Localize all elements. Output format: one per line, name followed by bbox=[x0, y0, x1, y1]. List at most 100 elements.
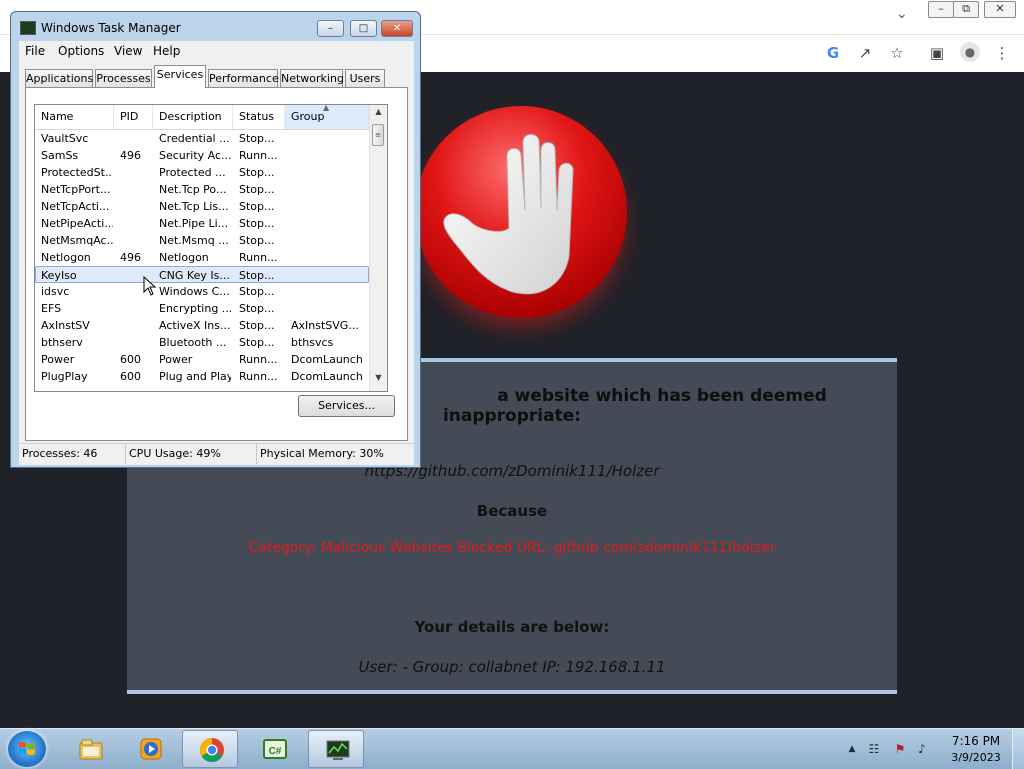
cell-name: NetPipeActi... bbox=[41, 217, 113, 230]
tab-services[interactable]: Services bbox=[154, 65, 206, 88]
cell-name: NetTcpActi... bbox=[41, 200, 110, 213]
service-row[interactable]: Netlogon 496 Netlogon Runn... bbox=[35, 249, 369, 266]
services-button[interactable]: Services... bbox=[298, 395, 395, 417]
cell-name: Netlogon bbox=[41, 251, 91, 264]
service-row[interactable]: VaultSvc Credential ... Stop... bbox=[35, 130, 369, 147]
browser-restore-button[interactable]: ⧉ bbox=[953, 1, 979, 18]
menu-bar: File Options View Help bbox=[19, 41, 414, 61]
tab-processes[interactable]: Processes bbox=[95, 69, 152, 87]
menu-view[interactable]: View bbox=[114, 44, 142, 58]
services-list-header: Name PID Description Status Group ▲ bbox=[35, 105, 369, 130]
block-reason: Category: Malicious Websites Blocked URL… bbox=[248, 540, 776, 556]
cell-status: Runn... bbox=[239, 370, 278, 383]
cell-status: Runn... bbox=[239, 149, 278, 162]
service-row[interactable]: idsvc Windows C... Stop... bbox=[35, 283, 369, 300]
show-hidden-icons-icon[interactable]: ▲ bbox=[844, 741, 860, 757]
maximize-button[interactable]: □ bbox=[350, 20, 377, 37]
cell-name: SamSs bbox=[41, 149, 79, 162]
column-header-pid[interactable]: PID bbox=[114, 105, 153, 129]
column-header-description[interactable]: Description bbox=[153, 105, 233, 129]
google-icon[interactable]: G bbox=[824, 44, 842, 62]
tab-search-icon[interactable]: ⌄ bbox=[896, 6, 908, 22]
cell-description: Plug and Play bbox=[159, 370, 231, 383]
mouse-pointer-icon bbox=[143, 276, 157, 296]
because-label: Because bbox=[476, 502, 548, 520]
cell-name: VaultSvc bbox=[41, 132, 89, 145]
cell-description: Bluetooth ... bbox=[159, 336, 227, 349]
service-row[interactable]: bthserv Bluetooth ... Stop... bthsvcs bbox=[35, 334, 369, 351]
service-row[interactable]: Power 600 Power Runn... DcomLaunch bbox=[35, 351, 369, 368]
scroll-thumb[interactable]: ≡ bbox=[372, 124, 384, 146]
minimize-button[interactable]: – bbox=[317, 20, 344, 37]
service-row[interactable]: NetTcpActi... Net.Tcp Lis... Stop... bbox=[35, 198, 369, 215]
menu-help[interactable]: Help bbox=[153, 44, 180, 58]
cell-pid: 496 bbox=[120, 149, 141, 162]
tab-networking[interactable]: Networking bbox=[280, 69, 344, 87]
service-row[interactable]: ProtectedSt... Protected ... Stop... bbox=[35, 164, 369, 181]
cell-description: CNG Key Is... bbox=[159, 269, 230, 282]
scroll-up-arrow-icon[interactable]: ▲ bbox=[370, 107, 387, 121]
service-row[interactable]: NetPipeActi... Net.Pipe Li... Stop... bbox=[35, 215, 369, 232]
service-row[interactable]: PlugPlay 600 Plug and Play Runn... DcomLaunc… bbox=[35, 368, 369, 385]
task-manager-window: Windows Task Manager – □ ✕ File Options … bbox=[10, 11, 421, 468]
cell-name: PlugPlay bbox=[41, 370, 88, 383]
taskbar-media-player[interactable] bbox=[122, 730, 178, 768]
service-row[interactable]: NetMsmqAc... Net.Msmq ... Stop... bbox=[35, 232, 369, 249]
cell-status: Stop... bbox=[239, 200, 275, 213]
services-scrollbar[interactable]: ▲ ≡ ▼ bbox=[369, 105, 387, 391]
cell-status: Stop... bbox=[239, 285, 275, 298]
clock-date[interactable]: 3/9/2023 bbox=[944, 751, 1008, 764]
service-row[interactable]: AxInstSV ActiveX Ins... Stop... AxInstSVG..… bbox=[35, 317, 369, 334]
tab-applications[interactable]: Applications bbox=[25, 69, 93, 87]
sort-ascending-icon: ▲ bbox=[323, 104, 330, 112]
task-manager-titlebar[interactable]: Windows Task Manager – □ ✕ bbox=[11, 12, 420, 40]
menu-icon[interactable]: ⋮ bbox=[993, 44, 1011, 62]
cell-name: ProtectedSt... bbox=[41, 166, 113, 179]
cell-description: Protected ... bbox=[159, 166, 226, 179]
service-row[interactable]: EFS Encrypting ... Stop... bbox=[35, 300, 369, 317]
system-tray: ▲ ☷ ⚑ ♪ 7:16 PM 3/9/2023 bbox=[840, 729, 1024, 769]
cell-description: Netlogon bbox=[159, 251, 209, 264]
cell-pid: 600 bbox=[120, 353, 141, 366]
volume-icon[interactable]: ♪ bbox=[914, 741, 930, 757]
close-button[interactable]: ✕ bbox=[381, 20, 413, 37]
cell-pid: 600 bbox=[120, 370, 141, 383]
browser-close-button[interactable]: ✕ bbox=[984, 1, 1016, 18]
tab-performance[interactable]: Performance bbox=[208, 69, 279, 87]
column-header-name[interactable]: Name bbox=[35, 105, 114, 129]
cell-status: Stop... bbox=[239, 166, 275, 179]
browser-minimize-button[interactable]: – bbox=[928, 1, 954, 18]
status-bar: Processes: 46 CPU Usage: 49% Physical Me… bbox=[19, 443, 414, 465]
share-icon[interactable]: ↗ bbox=[856, 44, 874, 62]
service-row[interactable]: NetTcpPort... Net.Tcp Po... Stop... bbox=[35, 181, 369, 198]
services-list[interactable]: Name PID Description Status Group ▲ Vaul… bbox=[34, 104, 388, 392]
service-row[interactable]: KeyIso CNG Key Is... Stop... bbox=[35, 266, 369, 283]
cell-name: Power bbox=[41, 353, 75, 366]
cell-description: ActiveX Ins... bbox=[159, 319, 231, 332]
column-header-status[interactable]: Status bbox=[233, 105, 285, 129]
show-desktop-button[interactable] bbox=[1012, 729, 1024, 769]
status-processes: Processes: 46 bbox=[19, 444, 126, 464]
network-icon[interactable]: ☷ bbox=[866, 741, 882, 757]
profile-icon[interactable]: ● bbox=[960, 42, 980, 62]
sidepanel-icon[interactable]: ▣ bbox=[928, 44, 946, 62]
service-row[interactable]: SamSs 496 Security Ac... Runn... bbox=[35, 147, 369, 164]
action-center-flag-icon[interactable]: ⚑ bbox=[892, 741, 908, 757]
taskbar-task-manager[interactable] bbox=[308, 730, 364, 768]
taskbar-file-explorer[interactable] bbox=[62, 730, 118, 768]
cell-name: KeyIso bbox=[41, 269, 77, 282]
clock-time[interactable]: 7:16 PM bbox=[944, 734, 1008, 748]
taskbar-chrome[interactable] bbox=[182, 730, 238, 768]
taskbar-csharp-app[interactable]: C# bbox=[246, 730, 302, 768]
cell-description: Credential ... bbox=[159, 132, 230, 145]
scroll-down-arrow-icon[interactable]: ▼ bbox=[370, 373, 387, 387]
start-button[interactable] bbox=[8, 731, 46, 767]
cell-status: Stop... bbox=[239, 217, 275, 230]
cell-description: Net.Tcp Po... bbox=[159, 183, 227, 196]
menu-options[interactable]: Options bbox=[58, 44, 104, 58]
menu-file[interactable]: File bbox=[25, 44, 45, 58]
tab-users[interactable]: Users bbox=[345, 69, 385, 87]
star-icon[interactable]: ☆ bbox=[888, 44, 906, 62]
cell-status: Stop... bbox=[239, 234, 275, 247]
cell-name: EFS bbox=[41, 302, 62, 315]
